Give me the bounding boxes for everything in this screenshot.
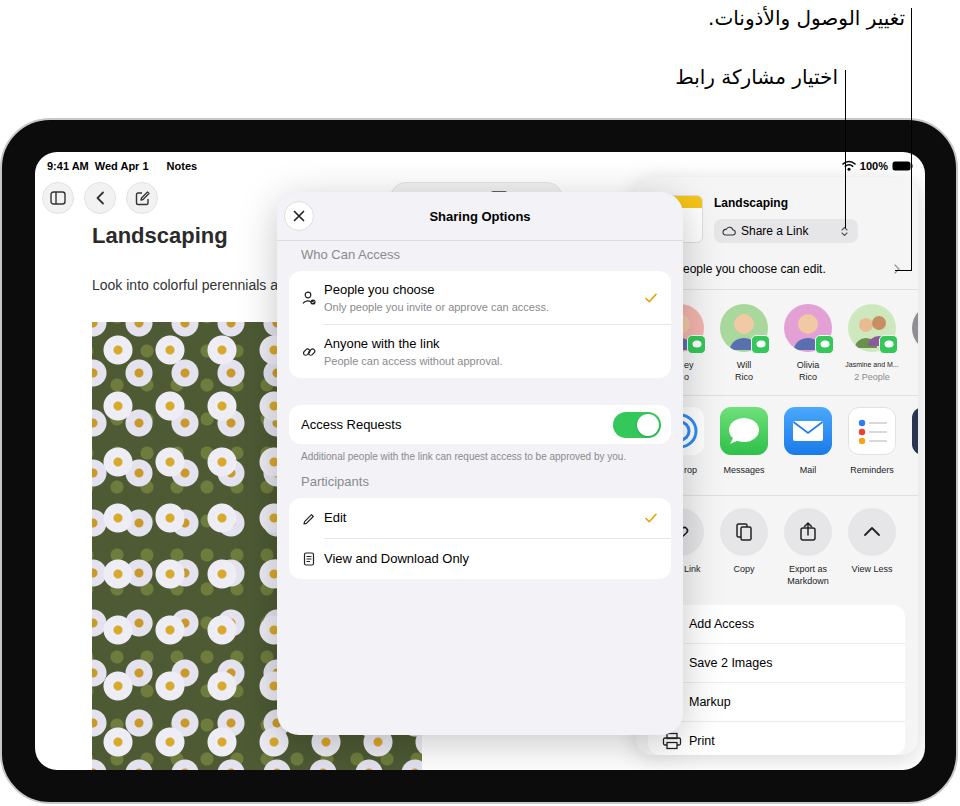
person-item[interactable]: Jasmine and M...2 People — [840, 304, 904, 383]
copy-icon — [720, 508, 768, 556]
action-item[interactable]: Copy — [712, 508, 776, 575]
messages-badge-icon — [815, 335, 834, 354]
callout-line — [911, 8, 912, 271]
access-requests-toggle[interactable] — [613, 412, 661, 438]
permission-options: EditView and Download Only — [289, 498, 671, 579]
messages-badge-icon — [879, 335, 898, 354]
reminders-icon — [848, 407, 896, 455]
compose-icon — [135, 191, 150, 206]
status-bar: 9:41 AM Wed Apr 1 Notes 100% — [35, 152, 925, 174]
sidebar-icon — [50, 191, 66, 205]
callout-line — [895, 270, 912, 271]
access-requests-row: Access Requests — [289, 405, 671, 444]
export-icon — [784, 508, 832, 556]
person-item[interactable]: OliviaRico — [776, 304, 840, 383]
link-icon — [302, 345, 316, 359]
action-item[interactable]: View Less — [840, 508, 904, 575]
app-item-partial[interactable] — [904, 407, 918, 464]
status-app: Notes — [167, 160, 198, 172]
battery-icon — [892, 161, 913, 171]
status-date: Wed Apr 1 — [95, 160, 149, 172]
sheet-title: Landscaping — [714, 196, 858, 210]
app-item[interactable]: Mail — [776, 407, 840, 476]
sidebar-button[interactable] — [42, 182, 74, 214]
wifi-icon — [842, 160, 856, 171]
cloud-icon — [722, 226, 736, 236]
notes-screen: 9:41 AMWed Apr 1Notes100%LandscapingLook… — [35, 152, 925, 770]
dialog-header: Sharing Options — [277, 192, 683, 241]
section-header: Who Can Access — [277, 241, 683, 271]
back-button[interactable] — [84, 182, 116, 214]
person-item[interactable]: WillRico — [712, 304, 776, 383]
permission-option[interactable]: View and Download Only — [289, 539, 671, 579]
callout-line — [845, 70, 846, 228]
person-item-partial[interactable] — [904, 304, 918, 352]
chevron-left-icon — [95, 191, 105, 205]
battery-level: 100% — [860, 160, 888, 172]
menu-item[interactable]: Save 2 Images — [648, 644, 905, 683]
menu-item[interactable]: Add Access — [648, 605, 905, 644]
pencil-icon — [302, 512, 316, 526]
checkmark-icon — [645, 293, 657, 303]
avatar-icon — [912, 304, 918, 352]
app-item[interactable]: Messages — [712, 407, 776, 476]
section-header: Participants — [277, 463, 683, 498]
app-icon — [912, 407, 918, 455]
access-option[interactable]: Anyone with the linkPeople can access wi… — [289, 325, 671, 378]
close-button[interactable] — [284, 201, 314, 231]
share-menu: Add AccessSave 2 ImagesMarkupPrint — [648, 605, 905, 755]
page: 9:41 AMWed Apr 1Notes100%LandscapingLook… — [0, 0, 960, 806]
checkmark-icon — [645, 513, 657, 523]
mail-icon — [784, 407, 832, 455]
access-requests-note: Additional people with the link can requ… — [277, 444, 683, 463]
messages-badge-icon — [687, 335, 706, 354]
close-icon — [293, 210, 305, 222]
messages-badge-icon — [751, 335, 770, 354]
menu-item[interactable]: Print — [648, 722, 905, 755]
app-item[interactable]: Reminders — [840, 407, 904, 476]
action-item[interactable]: Export asMarkdown — [776, 508, 840, 587]
status-time: 9:41 AM — [47, 160, 89, 172]
document-icon — [302, 552, 316, 566]
sharing-options-dialog: Sharing Options Who Can AccessPeople you … — [277, 192, 683, 735]
messages-icon — [720, 407, 768, 455]
person-check-icon — [302, 291, 316, 305]
dialog-title: Sharing Options — [321, 209, 639, 224]
permission-option[interactable]: Edit — [289, 498, 671, 539]
ipad-frame: 9:41 AMWed Apr 1Notes100%LandscapingLook… — [0, 118, 958, 804]
menu-item[interactable]: Markup — [648, 683, 905, 722]
callout-share-link: اختيار مشاركة رابط — [675, 63, 838, 91]
less-icon — [848, 508, 896, 556]
access-option[interactable]: People you chooseOnly people you invite … — [289, 271, 671, 325]
callout-access-permissions: تغيير الوصول والأذونات. — [708, 4, 905, 32]
compose-button[interactable] — [126, 182, 158, 214]
access-options: People you chooseOnly people you invite … — [289, 271, 671, 378]
share-mode-button[interactable]: Share a Link — [714, 219, 858, 243]
